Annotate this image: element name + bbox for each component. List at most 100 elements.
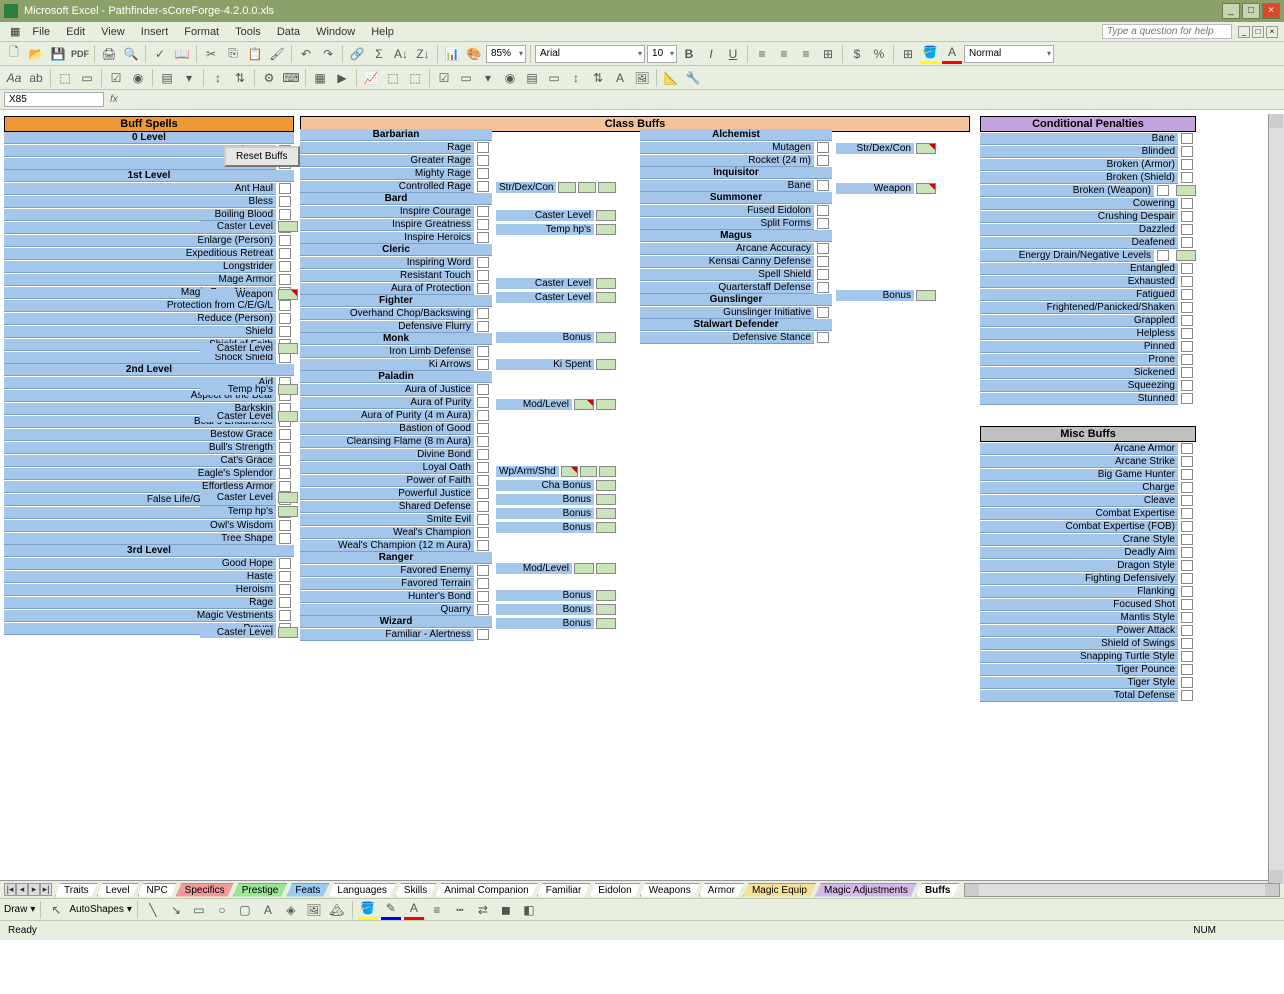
percent-icon[interactable]: % bbox=[869, 44, 889, 64]
design-icon[interactable]: 📐 bbox=[661, 68, 681, 88]
checkbox[interactable] bbox=[477, 397, 489, 408]
sheet-tab-specifics[interactable]: Specifics bbox=[176, 883, 234, 897]
checkbox[interactable] bbox=[1181, 677, 1193, 688]
checkbox[interactable] bbox=[1181, 443, 1193, 454]
fill-color-icon[interactable]: 🪣 bbox=[920, 44, 940, 64]
checkbox[interactable] bbox=[1181, 315, 1193, 326]
font-combo[interactable]: Arial bbox=[535, 45, 645, 63]
checkbox[interactable] bbox=[477, 462, 489, 473]
input-box[interactable] bbox=[596, 563, 616, 574]
input-box[interactable] bbox=[278, 506, 298, 517]
tool-a-icon[interactable]: ⬚ bbox=[383, 68, 403, 88]
input-box[interactable] bbox=[596, 332, 616, 343]
checkbox[interactable] bbox=[477, 514, 489, 525]
checkbox[interactable] bbox=[477, 359, 489, 370]
borders-icon[interactable]: ⊞ bbox=[898, 44, 918, 64]
checkbox[interactable] bbox=[477, 436, 489, 447]
checkbox-icon[interactable]: ☑ bbox=[106, 68, 126, 88]
print-icon[interactable]: 🖨 bbox=[99, 44, 119, 64]
fx-icon[interactable]: fx bbox=[104, 94, 124, 105]
spell-icon[interactable]: ✓ bbox=[150, 44, 170, 64]
align-right-icon[interactable]: ≡ bbox=[796, 44, 816, 64]
wordart-icon[interactable]: A bbox=[258, 900, 278, 920]
checkbox[interactable] bbox=[1181, 456, 1193, 467]
checkbox[interactable] bbox=[1181, 508, 1193, 519]
checkbox[interactable] bbox=[1181, 263, 1193, 274]
checkbox[interactable] bbox=[1181, 495, 1193, 506]
checkbox[interactable] bbox=[1181, 469, 1193, 480]
group-icon[interactable]: ⬚ bbox=[55, 68, 75, 88]
grid-icon[interactable]: ▦ bbox=[310, 68, 330, 88]
checkbox[interactable] bbox=[817, 142, 829, 153]
checkbox[interactable] bbox=[1181, 367, 1193, 378]
checkbox[interactable] bbox=[817, 332, 829, 343]
input-box[interactable] bbox=[580, 466, 597, 477]
checkbox[interactable] bbox=[477, 219, 489, 230]
line-style-icon[interactable]: ≡ bbox=[427, 900, 447, 920]
sheet-tab-animal-companion[interactable]: Animal Companion bbox=[435, 883, 538, 897]
copy-icon[interactable]: ⎘ bbox=[223, 44, 243, 64]
checkbox[interactable] bbox=[1181, 211, 1193, 222]
draw-menu[interactable]: Draw bbox=[4, 904, 27, 915]
drawing-icon[interactable]: 🎨 bbox=[464, 44, 484, 64]
scroll2-icon[interactable]: ↕ bbox=[566, 68, 586, 88]
button-icon[interactable]: ▭ bbox=[77, 68, 97, 88]
sheet-tab-feats[interactable]: Feats bbox=[286, 883, 329, 897]
checkbox[interactable] bbox=[1181, 133, 1193, 144]
research-icon[interactable]: 📖 bbox=[172, 44, 192, 64]
tab-next[interactable]: ▸ bbox=[28, 883, 40, 896]
currency-icon[interactable]: $ bbox=[847, 44, 867, 64]
checkbox[interactable] bbox=[477, 540, 489, 551]
checkbox[interactable] bbox=[477, 604, 489, 615]
arrow-style-icon[interactable]: ⇄ bbox=[473, 900, 493, 920]
checkbox[interactable] bbox=[1181, 599, 1193, 610]
menu-edit[interactable]: Edit bbox=[58, 26, 93, 38]
help-search[interactable] bbox=[1102, 24, 1232, 39]
checkbox[interactable] bbox=[1181, 586, 1193, 597]
checkbox[interactable] bbox=[477, 283, 489, 294]
checkbox[interactable] bbox=[477, 232, 489, 243]
doc-restore[interactable]: □ bbox=[1252, 26, 1264, 38]
combo2-icon[interactable]: ▾ bbox=[478, 68, 498, 88]
checkbox[interactable] bbox=[817, 155, 829, 166]
cut-icon[interactable]: ✂ bbox=[201, 44, 221, 64]
checkbox[interactable] bbox=[1157, 185, 1169, 196]
input-box[interactable] bbox=[278, 384, 298, 395]
arrow-icon[interactable]: ↘ bbox=[166, 900, 186, 920]
sheet-tab-languages[interactable]: Languages bbox=[328, 883, 396, 897]
input-box[interactable] bbox=[596, 618, 616, 629]
checkbox[interactable] bbox=[817, 243, 829, 254]
menu-insert[interactable]: Insert bbox=[133, 26, 177, 38]
checkbox[interactable] bbox=[1181, 328, 1193, 339]
line-color-icon[interactable]: ✎ bbox=[381, 900, 401, 920]
sheet-tab-buffs[interactable]: Buffs bbox=[916, 883, 960, 897]
name-box[interactable]: X85 bbox=[4, 92, 104, 107]
props-icon[interactable]: ⚙ bbox=[259, 68, 279, 88]
checkbox[interactable] bbox=[1181, 664, 1193, 675]
menu-help[interactable]: Help bbox=[363, 26, 402, 38]
sheet-tab-magic-equip[interactable]: Magic Equip bbox=[743, 883, 816, 897]
checkbox[interactable] bbox=[1181, 276, 1193, 287]
input-box[interactable] bbox=[596, 359, 616, 370]
checkbox[interactable] bbox=[817, 180, 829, 191]
checkbox[interactable] bbox=[1181, 651, 1193, 662]
sheet-tab-npc[interactable]: NPC bbox=[138, 883, 177, 897]
menu-tools[interactable]: Tools bbox=[227, 26, 269, 38]
button2-icon[interactable]: ▭ bbox=[544, 68, 564, 88]
input-box[interactable] bbox=[916, 143, 936, 154]
dash-icon[interactable]: ┅ bbox=[450, 900, 470, 920]
run-icon[interactable]: ▶ bbox=[332, 68, 352, 88]
checkbox[interactable] bbox=[1181, 534, 1193, 545]
sheet-tab-traits[interactable]: Traits bbox=[55, 883, 98, 897]
checkbox[interactable] bbox=[279, 183, 291, 194]
checkbox[interactable] bbox=[279, 209, 291, 220]
input-box[interactable] bbox=[574, 399, 594, 410]
reset-buffs-button[interactable]: Reset Buffs bbox=[224, 146, 300, 167]
autoshapes-menu[interactable]: AutoShapes bbox=[69, 904, 124, 915]
input-box[interactable] bbox=[596, 210, 616, 221]
list2-icon[interactable]: ▤ bbox=[522, 68, 542, 88]
checkbox[interactable] bbox=[817, 307, 829, 318]
checkbox[interactable] bbox=[817, 256, 829, 267]
checkbox[interactable] bbox=[477, 181, 489, 192]
checkbox[interactable] bbox=[477, 501, 489, 512]
